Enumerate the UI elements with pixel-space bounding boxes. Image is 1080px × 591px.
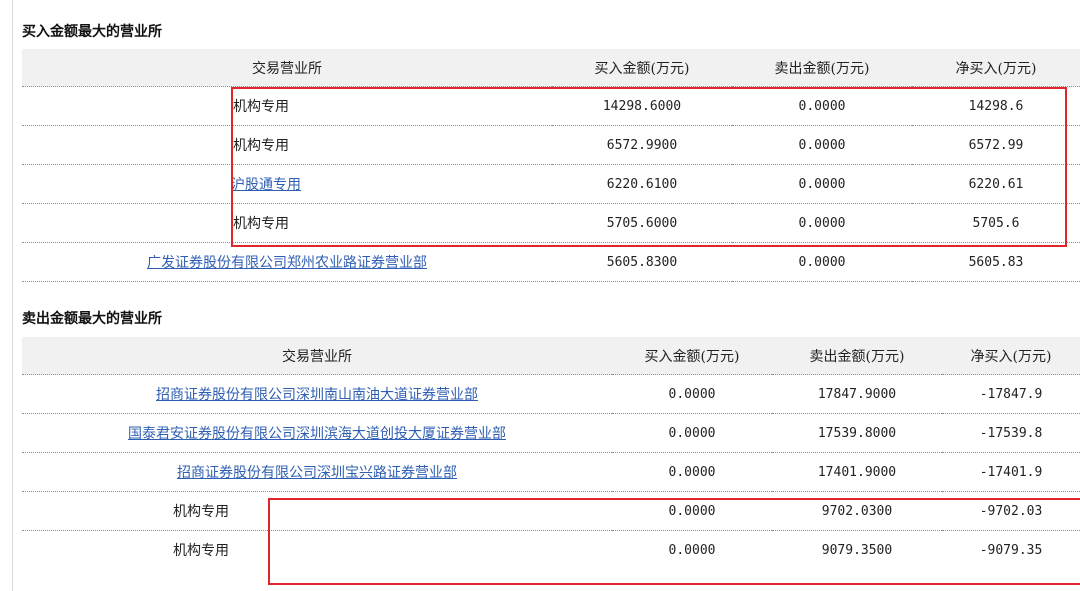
branch-name-cell: 机构专用 [22,491,612,531]
net-buy-cell: -17847.9 [942,374,1080,414]
buy-amount-cell: 0.0000 [612,491,772,531]
net-buy-cell: 5705.6 [912,203,1080,243]
buy-amount-cell: 6572.9900 [552,125,732,165]
branch-name: 机构专用 [233,216,289,232]
table-row: 招商证券股份有限公司深圳南山南油大道证券营业部 0.0000 17847.900… [22,374,1080,414]
sell-amount-cell: 0.0000 [732,242,912,282]
sell-amount-cell: 0.0000 [732,203,912,243]
header-sell-amount: 卖出金额(万元) [732,49,912,87]
table-row: 机构专用 0.0000 9702.0300 -9702.03 [22,491,1080,531]
branch-name-cell: 机构专用 [22,125,552,165]
net-buy-cell: 14298.6 [912,86,1080,126]
table-row: 机构专用 0.0000 9079.3500 -9079.35 [22,530,1080,569]
branch-name-cell: 广发证券股份有限公司郑州农业路证券营业部 [22,242,552,282]
header-buy-amount: 买入金额(万元) [552,49,732,87]
buy-amount-cell: 0.0000 [612,374,772,414]
branch-link[interactable]: 广发证券股份有限公司郑州农业路证券营业部 [147,255,427,271]
table-row: 广发证券股份有限公司郑州农业路证券营业部 5605.8300 0.0000 56… [22,242,1080,282]
branch-name: 机构专用 [233,138,289,154]
branch-link[interactable]: 国泰君安证券股份有限公司深圳滨海大道创投大厦证券营业部 [128,426,506,442]
header-sell-amount: 卖出金额(万元) [772,337,942,375]
sell-amount-cell: 17847.9000 [772,374,942,414]
branch-name-cell: 招商证券股份有限公司深圳南山南油大道证券营业部 [22,374,612,414]
sell-amount-cell: 0.0000 [732,86,912,126]
buy-amount-cell: 0.0000 [612,452,772,492]
branch-link[interactable]: 招商证券股份有限公司深圳南山南油大道证券营业部 [156,387,478,403]
net-buy-cell: -17539.8 [942,413,1080,453]
header-branch: 交易营业所 [22,337,612,375]
sell-section-title: 卖出金额最大的营业所 [22,311,162,327]
net-buy-cell: 6572.99 [912,125,1080,165]
table-header-row: 交易营业所 买入金额(万元) 卖出金额(万元) 净买入(万元) [22,49,1080,87]
table-row: 招商证券股份有限公司深圳宝兴路证券营业部 0.0000 17401.9000 -… [22,452,1080,492]
table-row: 沪股通专用 6220.6100 0.0000 6220.61 [22,164,1080,204]
branch-name: 机构专用 [233,99,289,115]
table-header-row: 交易营业所 买入金额(万元) 卖出金额(万元) 净买入(万元) [22,337,1080,375]
header-branch: 交易营业所 [22,49,552,87]
sell-table: 交易营业所 买入金额(万元) 卖出金额(万元) 净买入(万元) 招商证券股份有限… [22,337,1080,569]
net-buy-cell: 6220.61 [912,164,1080,204]
buy-amount-cell: 5605.8300 [552,242,732,282]
net-buy-cell: -9702.03 [942,491,1080,531]
buy-amount-cell: 0.0000 [612,530,772,569]
net-buy-cell: 5605.83 [912,242,1080,282]
header-buy-amount: 买入金额(万元) [612,337,772,375]
sell-amount-cell: 0.0000 [732,164,912,204]
buy-amount-cell: 0.0000 [612,413,772,453]
branch-name-cell: 招商证券股份有限公司深圳宝兴路证券营业部 [22,452,612,492]
branch-link[interactable]: 招商证券股份有限公司深圳宝兴路证券营业部 [177,465,457,481]
branch-name-cell: 沪股通专用 [22,164,552,204]
table-row: 机构专用 14298.6000 0.0000 14298.6 [22,86,1080,126]
sell-amount-cell: 9079.3500 [772,530,942,569]
branch-name: 机构专用 [173,504,229,520]
branch-name-cell: 机构专用 [22,203,552,243]
buy-amount-cell: 5705.6000 [552,203,732,243]
page-left-border [12,0,13,591]
sell-amount-cell: 0.0000 [732,125,912,165]
branch-name-cell: 机构专用 [22,530,612,569]
net-buy-cell: -17401.9 [942,452,1080,492]
buy-section-title: 买入金额最大的营业所 [22,24,162,40]
header-net-buy: 净买入(万元) [942,337,1080,375]
branch-name: 机构专用 [173,543,229,559]
buy-amount-cell: 14298.6000 [552,86,732,126]
sell-amount-cell: 9702.0300 [772,491,942,531]
table-row: 机构专用 6572.9900 0.0000 6572.99 [22,125,1080,165]
net-buy-cell: -9079.35 [942,530,1080,569]
buy-table: 交易营业所 买入金额(万元) 卖出金额(万元) 净买入(万元) 机构专用 142… [22,49,1080,282]
buy-amount-cell: 6220.6100 [552,164,732,204]
sell-amount-cell: 17539.8000 [772,413,942,453]
table-row: 机构专用 5705.6000 0.0000 5705.6 [22,203,1080,243]
sell-amount-cell: 17401.9000 [772,452,942,492]
table-row: 国泰君安证券股份有限公司深圳滨海大道创投大厦证券营业部 0.0000 17539… [22,413,1080,453]
branch-name-cell: 机构专用 [22,86,552,126]
header-net-buy: 净买入(万元) [912,49,1080,87]
branch-link[interactable]: 沪股通专用 [231,174,301,194]
branch-name-cell: 国泰君安证券股份有限公司深圳滨海大道创投大厦证券营业部 [22,413,612,453]
